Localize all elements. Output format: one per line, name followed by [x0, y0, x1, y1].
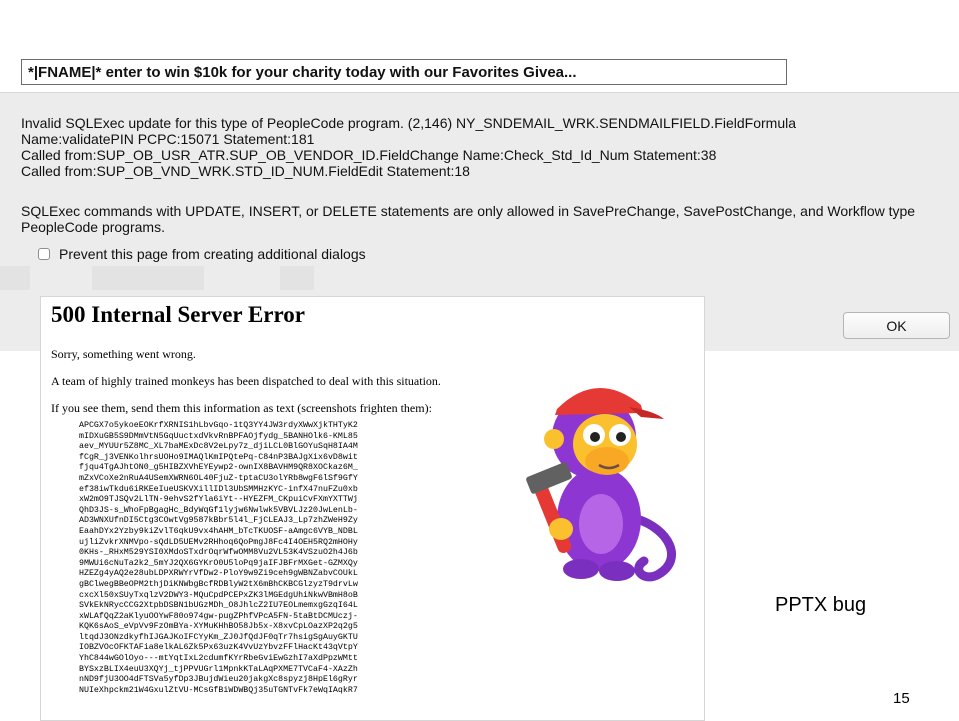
error-code-line: cxcXl50xSUyTxqlzV2DWY3-MQuCpdPCEPxZK3lMG… [79, 590, 358, 600]
error-code-line: xWLAfQqZ2aKlyuOOYwF80o974gw-pugZPhfVPcA5… [79, 611, 358, 621]
email-subject-field[interactable]: *|FNAME|* enter to win $10k for your cha… [21, 59, 787, 85]
error-code-line: QhD3JS-s_WhoFpBgagHc_BdyWqGf1lyjw6Nwlwk5… [79, 505, 358, 515]
server-error-page: 500 Internal Server Error Sorry, somethi… [40, 296, 705, 721]
background-field [0, 266, 30, 290]
error-code-line: ujliZvkrXNMVpo-sQdLD5UEMv2RHhoq6QoPmgJ8F… [79, 537, 358, 547]
slide: *|FNAME|* enter to win $10k for your cha… [0, 0, 959, 721]
error-line: Sorry, something went wrong. [51, 347, 196, 361]
slide-annotation: PPTX bug [775, 594, 867, 616]
error-code-line: ef38iwTkdu6iRKEeIueUSKVXillIDl3UbSMMHzKY… [79, 484, 358, 494]
slide-page-number: 15 [893, 690, 910, 707]
error-line: A team of highly trained monkeys has bee… [51, 374, 441, 388]
background-page-remnant [0, 258, 959, 298]
dialog-message-line: Called from:SUP_OB_USR_ATR.SUP_OB_VENDOR… [21, 147, 717, 163]
error-code-line: 0KHs-_RHxM529YSI0XMdoSTxdrOqrWfwOMM8Vu2V… [79, 548, 358, 558]
error-code-line: ltqdJ3ONzdkyfhIJGAJKoIFCYyKm_ZJ0JfQdJF0q… [79, 632, 358, 642]
error-code-line: YhC844wGOlOyo---mtYqtIxL2cdumfKYrRbeGviE… [79, 654, 358, 664]
error-code-line: mIDXuGB5S9DMmVtN5GqUuctxdVkvRnBPFAOjfydg… [79, 431, 358, 441]
error-title: 500 Internal Server Error [51, 302, 306, 327]
monkey-illustration [526, 387, 676, 582]
error-code-line: NUIeXhpckm21W4GxulZtVU-MCsGfBiWDWBQj35uT… [79, 685, 358, 695]
error-line: If you see them, send them this informat… [51, 401, 432, 415]
dialog-message: Invalid SQLExec update for this type of … [21, 115, 941, 179]
background-field [92, 266, 204, 290]
ok-button[interactable]: OK [843, 312, 950, 339]
error-code-line: SVkEkNRycCCG2XtpbDSBN1bUGzMDh_O8JhlcZ2IU… [79, 601, 358, 611]
error-code-line: fCgR_j3VENKolhrsUOHo9IMAQlKmIPQtePq-C84n… [79, 452, 358, 462]
error-code-line: gBClwegBBeOPM2thjDiKNWbgBcfRDBlyW2tX6mBh… [79, 579, 358, 589]
error-code-line: KQK6sAoS_eVpVv9FzOmBYa-XYMuKHhBO58Jb5x-X… [79, 622, 358, 632]
dialog-message-line: Invalid SQLExec update for this type of … [21, 115, 796, 131]
error-code-line: 9MWUi6cNuTa2k2_5mYJ2QX6GYKrO0U5loPq9jaIF… [79, 558, 358, 568]
dialog-message-line: Name:validatePIN PCPC:15071 Statement:18… [21, 131, 315, 147]
error-code-line: mZxVCoXe2nRuA4USemXWRN6OL40FjuZ-tptaCU3o… [79, 473, 358, 483]
error-code-line: BYSxzBLIX4euU3XQYj_tjPPVUGrl1MpnkKTaLAqP… [79, 664, 358, 674]
error-code-line: APCGX7o5ykoeEOKrfXRNIS1hLbvGqo-1tQ3YY4JW… [79, 421, 358, 430]
error-code-line: fjqu4TgAJhtON0_g5HIBZXVhEYEywp2-ownIX8BA… [79, 463, 358, 473]
error-code-line: nND9fjU3OO4dFTSVa5yfDp3JBujdWieu20jakgXc… [79, 675, 358, 685]
dialog-message-line: Called from:SUP_OB_VND_WRK.STD_ID_NUM.Fi… [21, 163, 470, 179]
background-field [280, 266, 314, 290]
error-code-line: xW2mO9TJSQv2LlTN-9ehvS2fYla6iYt--HYEZFM_… [79, 495, 358, 505]
dialog-sqlexec-note: SQLExec commands with UPDATE, INSERT, or… [21, 203, 916, 235]
error-code-line: HZEZg4yAQ2e28ubLDPXRWYrVfDw2-PloY9w9Zi9c… [79, 569, 358, 579]
error-code-line: EaahDYx2Yzby9kiZvlT6qkU9vx4hAHM_bTcTKUOS… [79, 526, 358, 536]
error-code-line: IOBZVOcOFKTAFia8elkAL6Zk5Px63uzK4VvUzYbv… [79, 643, 358, 653]
error-debug-code[interactable]: APCGX7o5ykoeEOKrfXRNIS1hLbvGqo-1tQ3YY4JW… [79, 421, 379, 696]
error-code-line: aev_MYUUr5Z8MC_XL7baMExDc8V2eLpy7z_djiLC… [79, 442, 358, 452]
error-code-line: AD3WNXUfnDI5Ctg3COwtVg9587kBbr5l4l_FjCLE… [79, 516, 358, 526]
